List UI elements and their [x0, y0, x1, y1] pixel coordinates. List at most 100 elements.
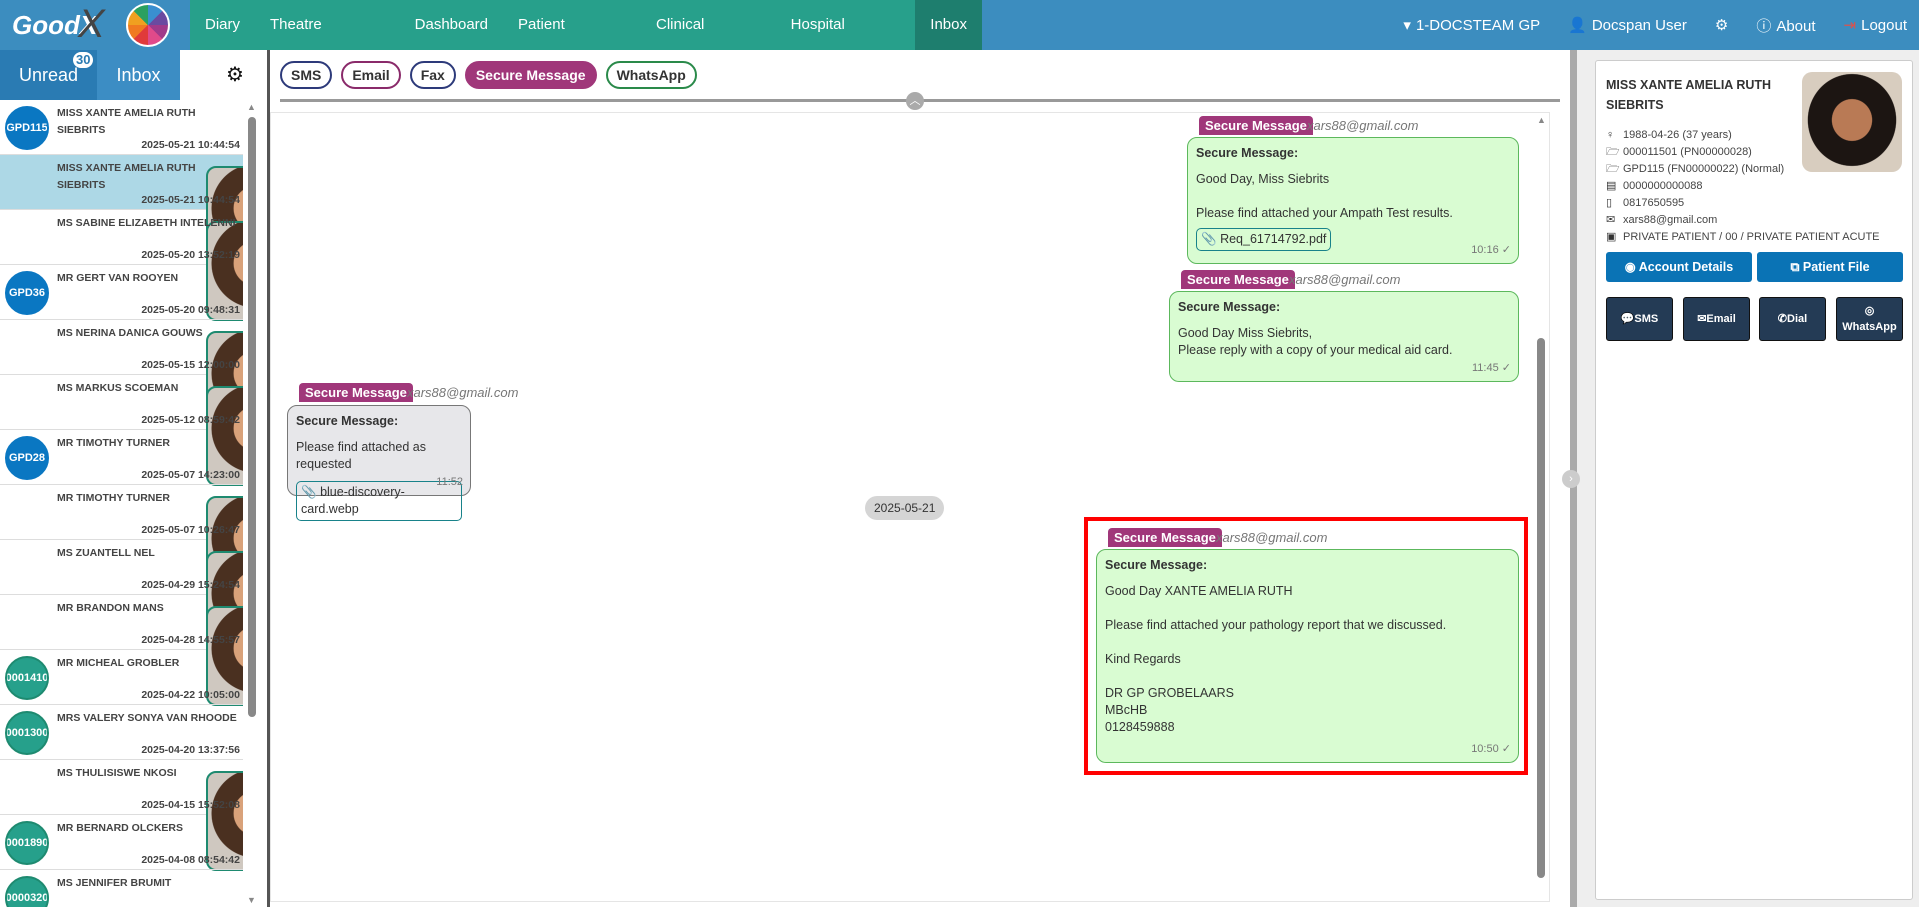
channel-tag: Secure Message [1181, 270, 1295, 289]
logout-icon: ⇥ [1843, 17, 1857, 34]
message-bubble: Secure Message: Good Day XANTE AMELIA RU… [1096, 549, 1519, 763]
conversation-item[interactable]: MS MARKUS SCOEMAN 2025-05-12 08:59:42 [0, 375, 243, 486]
message-date: 2025-05-12 08:59:42 [141, 414, 240, 426]
conversation-item[interactable]: MS ZUANTELL NEL 2025-04-29 15:24:54 [0, 540, 243, 651]
message-bubble: Secure Message: Please find attached as … [287, 405, 471, 521]
channel-tag: Secure Message [299, 383, 413, 402]
avatar: 0001890 [5, 821, 49, 865]
message-date: 2025-05-07 10:26:47 [141, 524, 240, 536]
patient-name: MR MICHEAL GROBLER [57, 657, 180, 669]
conversation-item[interactable]: 0001300 MRS VALERY SONYA VAN RHOODE 2025… [0, 705, 243, 760]
folder-icon: 🗁 [1606, 163, 1620, 175]
patient-name: MS SABINE ELIZABETH INTELENNI [57, 217, 236, 229]
sms-button[interactable]: 💬SMS [1606, 297, 1673, 341]
filter-sms[interactable]: SMS [280, 61, 333, 89]
mobile-icon: ▯ [1606, 197, 1613, 209]
patient-file-button[interactable]: ⧉ Patient File [1757, 252, 1903, 282]
attachment-link[interactable]: 📎 Req_61714792.pdf [1196, 228, 1332, 251]
nav-dashboard[interactable]: Dashboard [400, 0, 503, 50]
tab-inbox[interactable]: Inbox [97, 50, 180, 100]
scroll-up-icon[interactable]: ▲ [247, 102, 256, 112]
main-nav: Diary Theatre Manager Dashboard Patient … [190, 0, 982, 83]
nav-theatre-manager[interactable]: Theatre Manager [255, 0, 400, 83]
message-date: 2025-05-20 13:52:19 [141, 249, 240, 261]
message-thread: Secure Message xars88@gmail.com Secure M… [270, 112, 1550, 902]
collapse-up-icon[interactable]: ︿ [906, 92, 924, 110]
message-bubble: Secure Message: Good Day, Miss Siebrits … [1187, 137, 1519, 264]
filter-secure-message[interactable]: Secure Message [464, 61, 597, 89]
conversation-item[interactable]: GPD36 MR GERT VAN ROOYEN 2025-05-20 09:4… [0, 265, 243, 320]
list-scrollbar[interactable]: ▲ ▼ [246, 100, 258, 907]
avatar: 0000320 [5, 876, 49, 907]
patient-name: MS THULISISWE NKOSI [57, 767, 177, 779]
conversation-item[interactable]: MR BRANDON MANS 2025-04-28 14:55:57 [0, 595, 243, 706]
filter-whatsapp[interactable]: WhatsApp [605, 61, 697, 89]
whatsapp-button[interactable]: ◎ WhatsApp [1836, 297, 1903, 341]
account-details-button[interactable]: ◉ Account Details [1606, 252, 1752, 282]
nav-hospital-rounds[interactable]: Hospital Rounds [776, 0, 916, 83]
paperclip-icon: 📎 [301, 485, 317, 499]
collapse-right-icon[interactable]: › [1562, 470, 1580, 488]
conversation-item[interactable]: 0000320 MS JENNIFER BRUMIT [0, 870, 243, 907]
conversation-item[interactable]: MS THULISISWE NKOSI 2025-04-15 15:52:08 [0, 760, 243, 871]
logo-wheel-icon [126, 3, 170, 47]
user-menu[interactable]: 👤 Docspan User [1568, 16, 1687, 34]
phone-icon: ✆ [1777, 313, 1788, 325]
settings-gears-icon[interactable]: ⚙ [226, 62, 244, 87]
avatar: GPD36 [5, 271, 49, 315]
nav-diary[interactable]: Diary [190, 0, 255, 50]
practice-dropdown[interactable]: ▾ 1-DOCSTEAM GP [1403, 16, 1540, 34]
scroll-thumb[interactable] [1537, 338, 1545, 878]
sender-email: xars88@gmail.com [1307, 118, 1419, 133]
patient-name: MISS XANTE AMELIA RUTH SIEBRITS [1606, 78, 1772, 112]
message-date: 2025-04-08 08:54:42 [141, 854, 240, 866]
scroll-thumb[interactable] [248, 117, 256, 717]
patient-name: MRS VALERY SONYA VAN RHOODE [57, 712, 237, 724]
message-date: 2025-04-15 15:52:08 [141, 799, 240, 811]
avatar: GPD28 [5, 436, 49, 480]
conversation-item[interactable]: GPD115 MISS XANTE AMELIA RUTH SIEBRITS 2… [0, 100, 243, 155]
message-date: 2025-05-21 10:44:54 [141, 194, 240, 206]
sender-email: xars88@gmail.com [407, 385, 519, 400]
envelope-icon: ✉ [1606, 214, 1616, 226]
conversation-item[interactable]: MS NERINA DANICA GOUWS 2025-05-15 12:00:… [0, 320, 243, 431]
check-icon: ✓ [1501, 244, 1511, 256]
about-link[interactable]: ⓘ About [1756, 15, 1815, 36]
nav-inbox[interactable]: Inbox [915, 0, 982, 50]
conversation-item[interactable]: MS SABINE ELIZABETH INTELENNI 2025-05-20… [0, 210, 243, 321]
filter-fax[interactable]: Fax [409, 61, 456, 89]
conversation-item[interactable]: 0001410 MR MICHEAL GROBLER 2025-04-22 10… [0, 650, 243, 705]
file-plus-icon: ⧉ [1790, 260, 1803, 274]
badge-icon: ▣ [1606, 231, 1617, 243]
patient-name: MR TIMOTHY TURNER [57, 437, 170, 449]
conversation-item[interactable]: GPD28 MR TIMOTHY TURNER 2025-05-07 14:23… [0, 430, 243, 485]
message-date: 2025-05-20 09:48:31 [141, 304, 240, 316]
inbox-sidebar: Unread 30 Inbox ⚙ GPD115 MISS XANTE AMEL… [0, 50, 270, 907]
nav-patient-identifier[interactable]: Patient Identifier [503, 0, 641, 83]
settings-gear-icon[interactable]: ⚙ [1715, 16, 1728, 34]
goodx-logo[interactable]: GoodX X [0, 0, 190, 50]
patient-name: MS NERINA DANICA GOUWS [57, 327, 203, 339]
scroll-up-icon[interactable]: ▲ [1537, 115, 1546, 125]
scroll-down-icon[interactable]: ▼ [247, 895, 256, 905]
filter-email[interactable]: Email [341, 61, 401, 89]
patient-name: MR TIMOTHY TURNER [57, 492, 170, 504]
nav-clinical-reports[interactable]: Clinical Reports [641, 0, 776, 83]
conversation-item[interactable]: 0001890 MR BERNARD OLCKERS 2025-04-08 08… [0, 815, 243, 870]
user-icon: 👤 [1568, 17, 1587, 34]
dial-button[interactable]: ✆Dial [1759, 297, 1826, 341]
avatar: GPD115 [5, 106, 49, 150]
message-date: 2025-04-22 10:05:00 [141, 689, 240, 701]
patient-name: MR BERNARD OLCKERS [57, 822, 183, 834]
conversation-item[interactable]: MISS XANTE AMELIA RUTH SIEBRITS 2025-05-… [0, 155, 243, 266]
patient-name: MS ZUANTELL NEL [57, 547, 155, 559]
top-navbar: GoodX X Diary Theatre Manager Dashboard … [0, 0, 1919, 83]
conversation-item[interactable]: MR TIMOTHY TURNER 2025-05-07 10:26:47 [0, 485, 243, 596]
unread-count-badge: 30 [73, 52, 94, 68]
thread-scrollbar[interactable]: ▲ [1534, 113, 1548, 901]
avatar: 0001410 [5, 656, 49, 700]
email-button[interactable]: ✉Email [1683, 297, 1750, 341]
logout-link[interactable]: ⇥ Logout [1844, 16, 1907, 34]
sender-email: xars88@gmail.com [1216, 530, 1328, 545]
whatsapp-icon: ◎ [1864, 305, 1875, 317]
